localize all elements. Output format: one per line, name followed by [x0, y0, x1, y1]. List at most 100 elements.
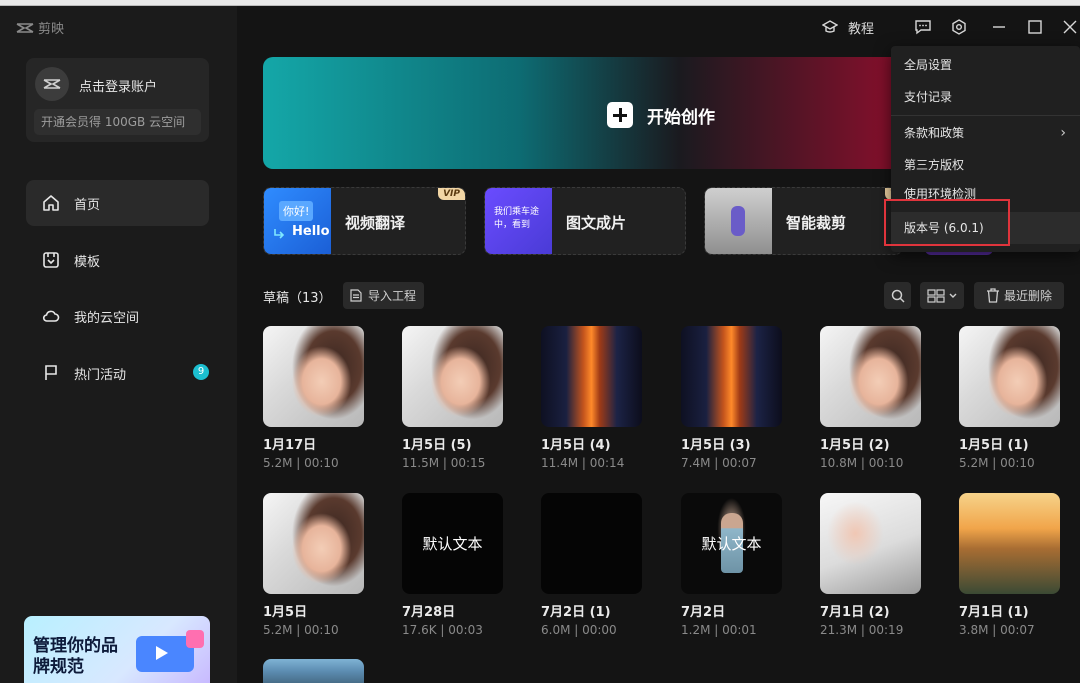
- minimize-button[interactable]: [992, 18, 1006, 36]
- draft-thumbnail[interactable]: [681, 326, 782, 427]
- tutorial-button[interactable]: 教程: [822, 18, 875, 37]
- tool-label: 视频翻译: [345, 214, 406, 232]
- sidebar-item-cloud[interactable]: 我的云空间: [26, 293, 209, 339]
- draft-meta: 21.3M | 00:19: [820, 623, 904, 637]
- draft-thumbnail[interactable]: [263, 493, 364, 594]
- draft-thumbnail[interactable]: [541, 493, 642, 594]
- draft-thumbnail[interactable]: [820, 326, 921, 427]
- settings-button[interactable]: [951, 18, 967, 36]
- events-count-badge: 9: [193, 364, 209, 380]
- draft-meta: 1.2M | 00:01: [681, 623, 757, 637]
- draft-title: 7月1日 (1): [959, 605, 1029, 620]
- draft-thumbnail[interactable]: [263, 326, 364, 427]
- start-creation-label: 开始创作: [647, 107, 715, 128]
- draft-card[interactable]: 1月5日 (5) 11.5M | 00:15: [402, 326, 503, 470]
- draft-meta: 3.8M | 00:07: [959, 623, 1035, 637]
- draft-card[interactable]: 7月2日 (1) 6.0M | 00:00: [541, 493, 642, 637]
- recently-deleted-button[interactable]: 最近删除: [974, 282, 1064, 309]
- start-creation-banner[interactable]: 开始创作: [263, 57, 903, 169]
- draft-thumbnail[interactable]: [959, 493, 1060, 594]
- brand-promo-banner[interactable]: 管理你的品牌规范: [24, 616, 210, 683]
- draft-card[interactable]: 1月5日 (4) 11.4M | 00:14: [541, 326, 642, 470]
- thumbnail-default-text: 默认文本: [422, 535, 483, 553]
- menu-item-terms-policies[interactable]: 条款和政策 ›: [891, 117, 1080, 149]
- close-button[interactable]: [1063, 18, 1077, 36]
- app-logo-text: 剪映: [38, 22, 65, 37]
- draft-thumbnail[interactable]: [820, 493, 921, 594]
- chevron-right-icon: ›: [1060, 125, 1066, 141]
- vip-badge: VIP: [438, 188, 465, 200]
- promo-sticker-graphic: [186, 630, 204, 648]
- cloud-icon: [42, 310, 60, 322]
- sidebar-item-label: 首页: [74, 197, 101, 213]
- draft-title: 7月28日: [402, 605, 456, 620]
- feedback-button[interactable]: [914, 18, 932, 36]
- tool-text-to-video[interactable]: 我们乘车途中，看到 图文成片: [484, 187, 686, 255]
- draft-thumbnail[interactable]: [959, 326, 1060, 427]
- recently-deleted-label: 最近删除: [1003, 289, 1052, 303]
- menu-item-third-party-copyright[interactable]: 第三方版权: [891, 149, 1080, 181]
- draft-card[interactable]: 1月5日 5.2M | 00:10: [263, 493, 364, 637]
- sidebar-item-label: 我的云空间: [74, 310, 140, 326]
- draft-card[interactable]: 1月5日 (3) 7.4M | 00:07: [681, 326, 782, 470]
- menu-item-global-settings[interactable]: 全局设置: [891, 49, 1080, 81]
- tutorial-label: 教程: [848, 21, 875, 37]
- graduation-cap-icon: [822, 20, 838, 33]
- skater-figure-graphic: [731, 206, 745, 236]
- draft-card[interactable]: 默认文本 7月2日 1.2M | 00:01: [681, 493, 782, 637]
- draft-thumbnail-partial[interactable]: [263, 659, 364, 683]
- app-logo: 剪映: [16, 18, 64, 37]
- draft-title: 1月5日: [263, 605, 308, 620]
- menu-item-payment-records[interactable]: 支付记录: [891, 81, 1080, 113]
- thumb-text-hello-en: Hello: [292, 224, 330, 239]
- maximize-button[interactable]: [1028, 18, 1042, 36]
- capcut-avatar-icon: [43, 79, 61, 89]
- draft-card[interactable]: 1月17日 5.2M | 00:10: [263, 326, 364, 470]
- draft-thumbnail[interactable]: 默认文本: [402, 493, 503, 594]
- draft-title: 7月2日 (1): [541, 605, 611, 620]
- sidebar-item-home[interactable]: 首页: [26, 180, 209, 226]
- tool-video-translate[interactable]: 你好! Hello 视频翻译 VIP: [263, 187, 466, 255]
- draft-card[interactable]: 7月1日 (2) 21.3M | 00:19: [820, 493, 921, 637]
- draft-meta: 10.8M | 00:10: [820, 456, 904, 470]
- chevron-down-icon: [949, 293, 957, 298]
- draft-thumbnail[interactable]: 默认文本: [681, 493, 782, 594]
- login-account-link[interactable]: 点击登录账户: [79, 76, 157, 95]
- tool-smart-crop[interactable]: 智能裁剪 V: [704, 187, 903, 255]
- view-mode-dropdown[interactable]: [920, 282, 964, 309]
- maximize-icon: [1028, 20, 1042, 34]
- drafts-count: （13）: [289, 291, 332, 306]
- menu-item-environment-check[interactable]: 使用环境检测: [891, 181, 1080, 201]
- draft-card[interactable]: 7月1日 (1) 3.8M | 00:07: [959, 493, 1060, 637]
- menu-item-label: 条款和政策: [904, 126, 965, 140]
- account-card[interactable]: 点击登录账户 开通会员得 100GB 云空间: [26, 58, 209, 142]
- search-icon: [891, 289, 905, 303]
- tool-label: 图文成片: [566, 214, 627, 232]
- thumbnail-default-text: 默认文本: [701, 535, 762, 553]
- start-creation-button[interactable]: 开始创作: [607, 102, 715, 128]
- draft-card[interactable]: 默认文本 7月28日 17.6K | 00:03: [402, 493, 503, 637]
- search-drafts-button[interactable]: [884, 282, 911, 309]
- import-project-label: 导入工程: [368, 289, 417, 303]
- promo-text: 管理你的品牌规范: [33, 636, 118, 677]
- draft-thumbnail[interactable]: [402, 326, 503, 427]
- drafts-title: 草稿（13）: [263, 287, 332, 306]
- document-icon: [350, 289, 362, 302]
- drafts-title-label: 草稿: [263, 291, 290, 306]
- draft-title: 1月5日 (4): [541, 438, 611, 453]
- draft-meta: 11.5M | 00:15: [402, 456, 486, 470]
- sidebar-item-templates[interactable]: 模板: [26, 237, 209, 283]
- draft-card[interactable]: 1月5日 (1) 5.2M | 00:10: [959, 326, 1060, 470]
- import-project-button[interactable]: 导入工程: [343, 282, 424, 309]
- sidebar-item-events[interactable]: 热门活动 9: [26, 350, 209, 396]
- avatar[interactable]: [35, 67, 69, 101]
- draft-card[interactable]: 1月5日 (2) 10.8M | 00:10: [820, 326, 921, 470]
- draft-meta: 5.2M | 00:10: [959, 456, 1035, 470]
- draft-title: 1月5日 (5): [402, 438, 472, 453]
- vip-promo-banner[interactable]: 开通会员得 100GB 云空间: [34, 109, 201, 135]
- draft-thumbnail[interactable]: [541, 326, 642, 427]
- home-icon: [43, 195, 59, 211]
- draft-meta: 6.0M | 00:00: [541, 623, 617, 637]
- trash-icon: [986, 288, 999, 303]
- draft-meta: 5.2M | 00:10: [263, 623, 339, 637]
